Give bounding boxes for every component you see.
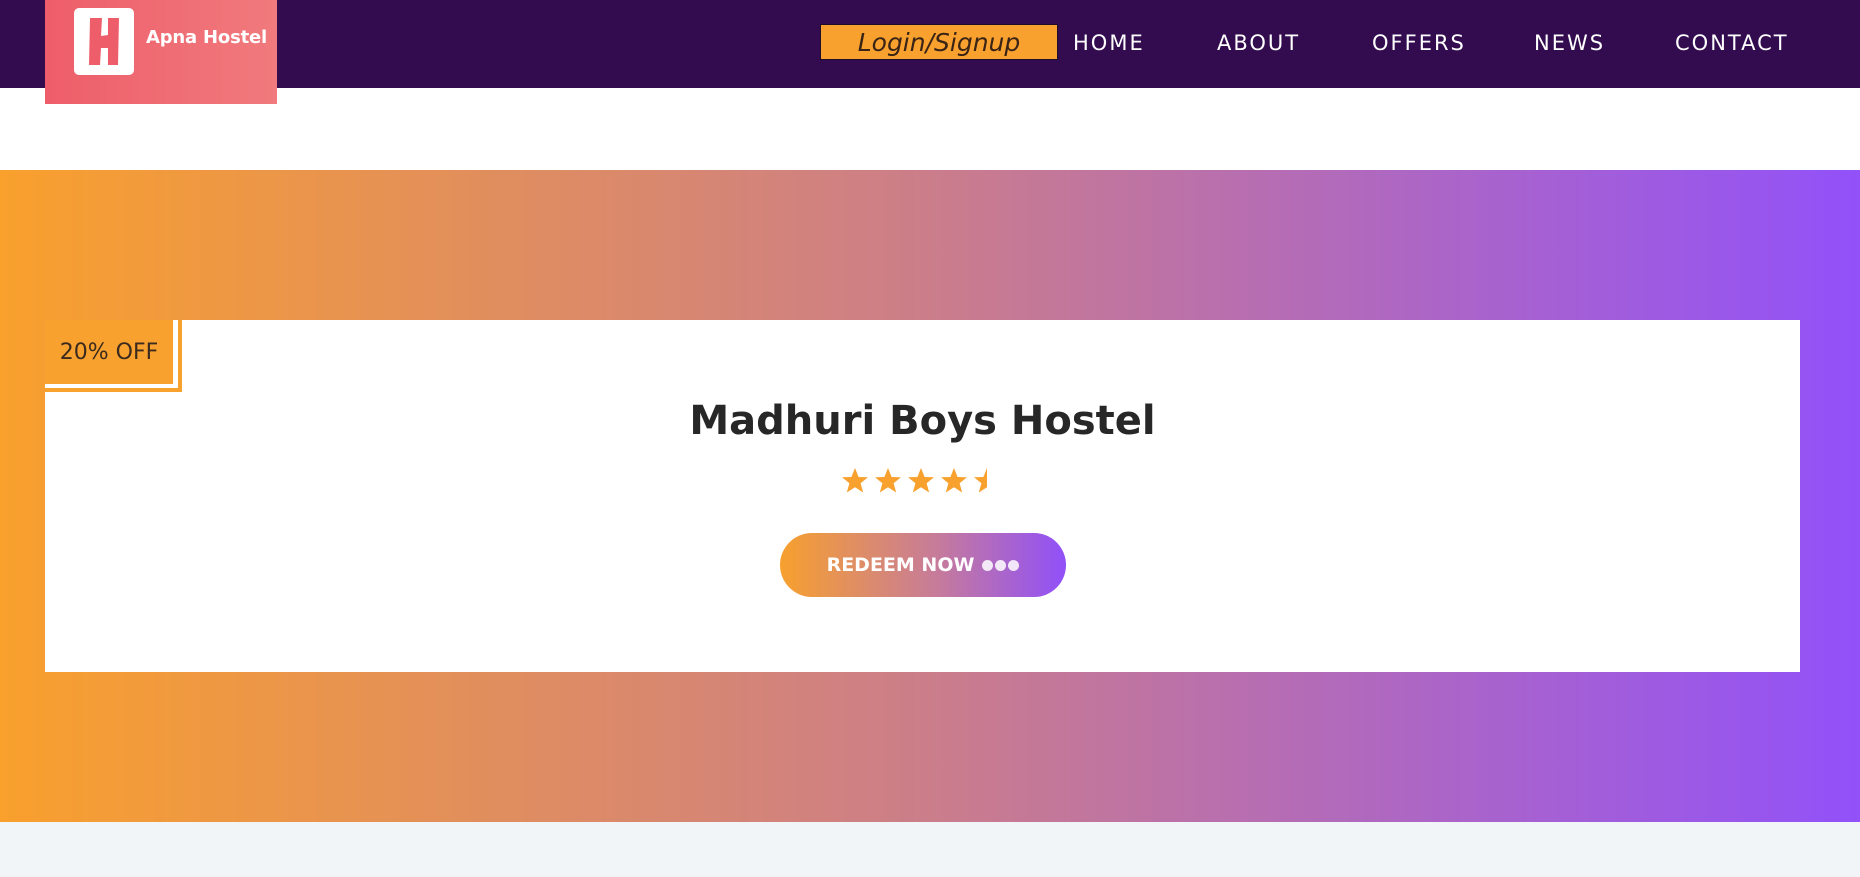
- nav-offers-link[interactable]: OFFERS: [1372, 30, 1466, 56]
- top-navbar: Apna Hostel Login/Signup HOME ABOUT OFFE…: [0, 0, 1860, 104]
- hostel-name-heading: Madhuri Boys Hostel: [689, 398, 1156, 444]
- redeem-now-label: REDEEM NOW: [826, 554, 975, 576]
- nav-contact-link[interactable]: CONTACT: [1675, 30, 1789, 56]
- offer-card: 20% OFF Madhuri Boys Hostel REDEEM NOW: [45, 320, 1800, 672]
- star-icon: [842, 468, 868, 493]
- star-icon: [908, 468, 934, 493]
- offer-banner-section: 20% OFF Madhuri Boys Hostel REDEEM NOW: [0, 170, 1860, 822]
- star-icon: [875, 468, 901, 493]
- brand-name: Apna Hostel: [146, 27, 267, 48]
- star-rating: [840, 466, 1000, 496]
- nav-news-link[interactable]: NEWS: [1534, 30, 1605, 56]
- redeem-now-button[interactable]: REDEEM NOW: [780, 533, 1066, 597]
- nav-about-link[interactable]: ABOUT: [1217, 30, 1300, 56]
- discount-badge: 20% OFF: [45, 320, 173, 384]
- star-icon: [974, 468, 987, 493]
- star-icon: [941, 468, 967, 493]
- login-signup-button[interactable]: Login/Signup: [820, 24, 1058, 60]
- more-dots-icon: [982, 559, 1020, 571]
- hostel-h-logo-icon: [74, 8, 134, 75]
- brand-logo[interactable]: Apna Hostel: [45, 0, 277, 104]
- nav-home-link[interactable]: HOME: [1073, 30, 1145, 56]
- next-section: [0, 822, 1860, 877]
